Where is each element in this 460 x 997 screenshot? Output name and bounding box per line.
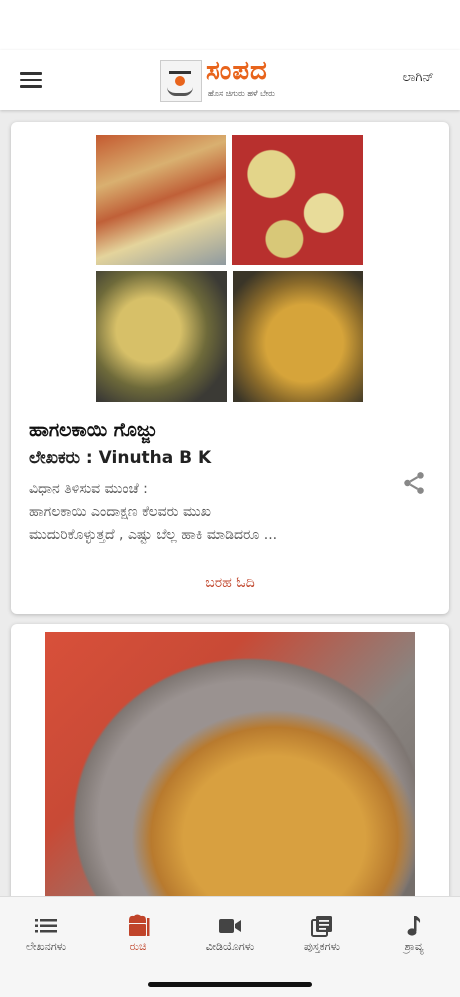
app-header: ಸಂಪದ ಹೊಸ ಚಿಗುರು ಹಳೆ ಬೇರು ಲಾಗಿನ್: [0, 50, 460, 110]
excerpt-line: ವಿಧಾನ ತಿಳಿಸುವ ಮುಂಚೆ :: [29, 481, 148, 497]
nav-label: ಶ್ರಾವ್ಯ: [404, 940, 424, 953]
status-bar: [0, 0, 460, 50]
recipe-photo-2: [232, 135, 363, 265]
hamburger-menu-icon[interactable]: [18, 68, 44, 92]
post-excerpt: ವಿಧಾನ ತಿಳಿಸುವ ಮುಂಚೆ : ಹಾಗಲಕಾಯಿ ಎಂದಾಕ್ಷಣ …: [29, 478, 409, 547]
excerpt-line: ಮುದುರಿಕೊಳ್ಳುತ್ತದೆ , ಎಷ್ಟು ಬೆಲ್ಲ ಹಾಕಿ ಮಾಡ…: [29, 527, 278, 543]
nav-item-videos[interactable]: ವೀಡಿಯೊಗಳು: [184, 915, 276, 954]
nav-item-ruchi[interactable]: ರುಚಿ: [92, 914, 184, 954]
app-logo[interactable]: ಸಂಪದ ಹೊಸ ಚಿಗುರು ಹಳೆ ಬೇರು: [160, 56, 302, 102]
nav-item-audio[interactable]: ಶ್ರಾವ್ಯ: [368, 915, 460, 954]
recipe-photo-4: [233, 271, 363, 402]
video-camera-icon: [184, 915, 276, 937]
nav-item-articles[interactable]: ಲೇಖನಗಳು: [0, 915, 92, 954]
books-icon: [276, 915, 368, 937]
nav-label: ಪುಸ್ತಕಗಳು: [303, 940, 341, 953]
nav-label: ರುಚಿ: [129, 940, 147, 953]
music-note-icon: [368, 915, 460, 937]
nav-label: ವೀಡಿಯೊಗಳು: [205, 940, 255, 953]
login-link[interactable]: ಲಾಗಿನ್: [402, 70, 434, 85]
nav-label: ಲೇಖನಗಳು: [25, 940, 67, 953]
excerpt-line: ಹಾಗಲಕಾಯಿ ಎಂದಾಕ್ಷಣ ಕೆಲವರು ಮುಖ: [29, 504, 211, 520]
post-title[interactable]: ಹಾಗಲಕಾಯಿ ಗೊಜ್ಜು: [29, 419, 157, 441]
chef-icon: [92, 914, 184, 937]
home-indicator: [148, 982, 312, 987]
recipe-photo-1: [96, 135, 226, 265]
post-author: ಲೇಖಕರು : Vinutha B K: [29, 448, 212, 468]
logo-tagline: ಹೊಸ ಚಿಗುರು ಹಳೆ ಬೇರು: [208, 89, 275, 98]
nav-item-books[interactable]: ಪುಸ್ತಕಗಳು: [276, 915, 368, 954]
logo-emblem-icon: [160, 60, 202, 102]
post-card[interactable]: ಹಾಗಲಕಾಯಿ ಗೊಜ್ಜು ಲೇಖಕರು : Vinutha B K ವಿಧ…: [11, 122, 449, 614]
read-more-link[interactable]: ಬರಹ ಓದಿ: [11, 575, 449, 591]
share-icon[interactable]: [401, 470, 427, 496]
logo-title: ಸಂಪದ: [206, 56, 268, 86]
recipe-photo-3: [96, 271, 227, 402]
list-icon: [0, 915, 92, 937]
